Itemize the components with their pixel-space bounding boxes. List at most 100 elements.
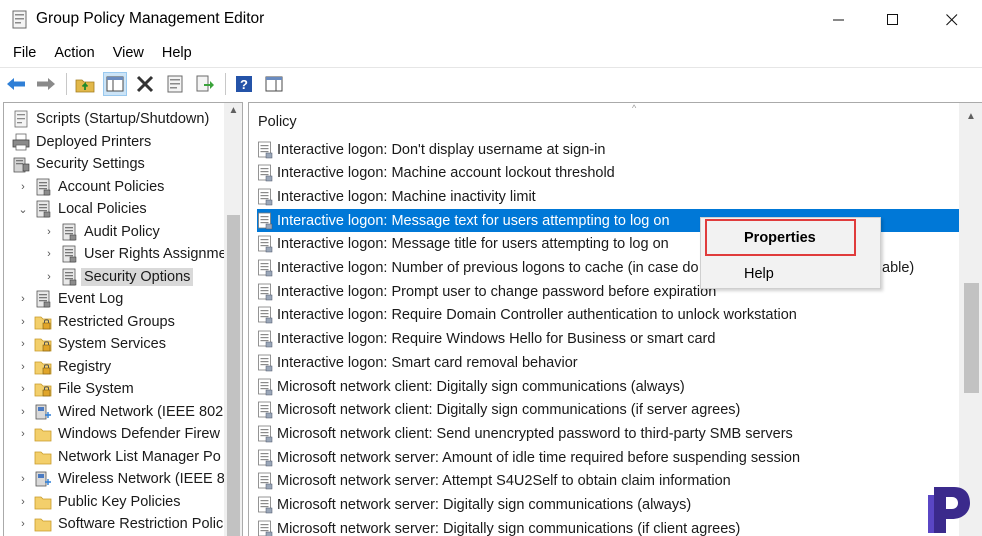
list-vertical-scrollbar[interactable]: ▲ bbox=[959, 103, 982, 536]
forward-button[interactable] bbox=[34, 72, 58, 96]
policy-row[interactable]: Interactive logon: Machine account locko… bbox=[257, 162, 960, 185]
tree-item[interactable]: › Public Key Policies bbox=[16, 491, 180, 513]
folder-lock-icon bbox=[34, 316, 52, 329]
policy-row[interactable]: Interactive logon: Require Windows Hello… bbox=[257, 328, 960, 351]
policy-icon bbox=[62, 245, 77, 263]
title-bar: Group Policy Management Editor bbox=[0, 0, 982, 40]
minimize-icon bbox=[833, 19, 844, 21]
help-button[interactable]: ? bbox=[232, 72, 256, 96]
policy-column-header[interactable]: ^ Policy bbox=[249, 103, 959, 137]
chevron-right-icon[interactable]: › bbox=[16, 338, 30, 350]
menu-help[interactable]: Help bbox=[155, 43, 199, 63]
tree-item[interactable]: › Wired Network (IEEE 802 bbox=[16, 401, 223, 423]
policy-name: Microsoft network client: Digitally sign… bbox=[277, 378, 685, 395]
policy-name: Interactive logon: Smart card removal be… bbox=[277, 354, 578, 371]
chevron-right-icon[interactable]: › bbox=[16, 473, 30, 485]
tree-item[interactable]: Security Settings bbox=[10, 153, 145, 175]
menu-file[interactable]: File bbox=[6, 43, 43, 63]
context-menu-help[interactable]: Help bbox=[701, 260, 880, 288]
chevron-right-icon[interactable]: › bbox=[16, 496, 30, 508]
chevron-right-icon[interactable]: › bbox=[42, 226, 56, 238]
tree-item-label: Audit Policy bbox=[84, 223, 160, 240]
policy-row[interactable]: Microsoft network client: Send unencrypt… bbox=[257, 422, 960, 445]
tree-item[interactable]: › Audit Policy bbox=[42, 221, 160, 243]
menu-action[interactable]: Action bbox=[47, 43, 101, 63]
tree-item[interactable]: › Windows Defender Firew bbox=[16, 423, 220, 445]
chevron-right-icon[interactable]: › bbox=[16, 518, 30, 530]
tree-item[interactable]: › Event Log bbox=[16, 288, 123, 310]
tree-item[interactable]: › Software Restriction Polic bbox=[16, 513, 223, 535]
folder-icon bbox=[34, 428, 52, 442]
chevron-right-icon[interactable]: › bbox=[16, 316, 30, 328]
tree-item[interactable]: › System Services bbox=[16, 333, 166, 355]
toolbar-separator bbox=[225, 72, 226, 95]
policy-setting-icon bbox=[258, 472, 273, 490]
policy-row[interactable]: Microsoft network client: Digitally sign… bbox=[257, 375, 960, 398]
chevron-right-icon[interactable]: › bbox=[42, 271, 56, 283]
chevron-right-icon[interactable]: › bbox=[42, 248, 56, 260]
tree-item-label: Network List Manager Po bbox=[58, 448, 221, 465]
scroll-up-arrow-icon[interactable]: ▲ bbox=[224, 105, 242, 122]
policy-row[interactable]: Microsoft network server: Digitally sign… bbox=[257, 494, 960, 517]
close-button[interactable] bbox=[929, 0, 975, 40]
policy-row[interactable]: Microsoft network server: Digitally sign… bbox=[257, 517, 960, 536]
chevron-down-icon[interactable]: ⌄ bbox=[16, 203, 30, 216]
scripts-icon bbox=[14, 110, 28, 128]
policy-name: Interactive logon: Message text for user… bbox=[277, 212, 670, 229]
svg-text:?: ? bbox=[240, 77, 248, 92]
chevron-right-icon[interactable]: › bbox=[16, 406, 30, 418]
policy-setting-icon bbox=[258, 259, 273, 277]
window-title: Group Policy Management Editor bbox=[36, 10, 265, 27]
chevron-right-icon[interactable]: › bbox=[16, 383, 30, 395]
chevron-right-icon[interactable]: › bbox=[16, 293, 30, 305]
tree-item[interactable]: › Account Policies bbox=[16, 176, 164, 198]
list-scroll-thumb[interactable] bbox=[964, 283, 979, 393]
policy-row[interactable]: Interactive logon: Smart card removal be… bbox=[257, 351, 960, 374]
chevron-right-icon[interactable]: › bbox=[16, 428, 30, 440]
show-hide-tree-button[interactable] bbox=[103, 71, 127, 96]
chevron-right-icon[interactable]: › bbox=[16, 361, 30, 373]
policy-row[interactable]: Microsoft network server: Amount of idle… bbox=[257, 446, 960, 469]
menu-bar: File Action View Help bbox=[0, 40, 982, 66]
policy-row[interactable]: Interactive logon: Don't display usernam… bbox=[257, 138, 960, 161]
policy-row[interactable]: Microsoft network server: Attempt S4U2Se… bbox=[257, 470, 960, 493]
policy-row[interactable]: Microsoft network client: Digitally sign… bbox=[257, 399, 960, 422]
policy-list-pane[interactable]: ^ Policy Interactive logon: Don't displa… bbox=[248, 102, 982, 536]
tree-item-label: Restricted Groups bbox=[58, 313, 175, 330]
show-hide-action-pane-button[interactable] bbox=[262, 72, 286, 96]
tree-item[interactable]: › User Rights Assignme bbox=[42, 243, 227, 265]
delete-icon bbox=[136, 75, 154, 92]
policy-name: Interactive logon: Machine account locko… bbox=[277, 165, 615, 182]
tree-item[interactable]: › Wireless Network (IEEE 8 bbox=[16, 468, 225, 490]
tree-vertical-scrollbar[interactable]: ▲ bbox=[224, 103, 242, 536]
menu-view[interactable]: View bbox=[106, 43, 151, 63]
up-one-level-button[interactable] bbox=[73, 72, 97, 96]
policy-row[interactable]: Interactive logon: Machine inactivity li… bbox=[257, 185, 960, 208]
maximize-button[interactable] bbox=[870, 0, 916, 40]
forward-arrow-icon bbox=[37, 77, 55, 90]
policy-name: Microsoft network server: Digitally sign… bbox=[277, 497, 692, 513]
chevron-right-icon[interactable]: › bbox=[16, 181, 30, 193]
back-arrow-icon bbox=[7, 77, 25, 90]
delete-button[interactable] bbox=[133, 72, 157, 96]
scroll-up-arrow-icon[interactable]: ▲ bbox=[959, 111, 982, 127]
tree-item[interactable]: Scripts (Startup/Shutdown) bbox=[10, 108, 209, 130]
sort-ascending-icon: ^ bbox=[632, 103, 637, 113]
console-tree[interactable]: Scripts (Startup/Shutdown) Deployed Print… bbox=[3, 102, 243, 536]
tree-item[interactable]: › Security Options bbox=[42, 266, 194, 288]
properties-button[interactable] bbox=[163, 72, 187, 96]
tree-item[interactable]: Deployed Printers bbox=[10, 131, 151, 153]
back-button[interactable] bbox=[4, 72, 28, 96]
tree-item[interactable]: ⌄ Local Policies bbox=[16, 198, 147, 220]
tree-item[interactable]: › Restricted Groups bbox=[16, 311, 175, 333]
watermark-logo-icon bbox=[928, 487, 970, 533]
tree-item[interactable]: › File System bbox=[16, 378, 134, 400]
minimize-button[interactable] bbox=[816, 0, 862, 40]
export-list-button[interactable] bbox=[193, 72, 217, 96]
tree-item[interactable]: Network List Manager Po bbox=[16, 446, 221, 468]
tree-scroll-thumb[interactable] bbox=[227, 215, 240, 536]
tree-item[interactable]: › Registry bbox=[16, 356, 111, 378]
show-hide-action-pane-icon bbox=[265, 76, 283, 91]
policy-row[interactable]: Interactive logon: Require Domain Contro… bbox=[257, 304, 960, 327]
tree-item-label: Windows Defender Firew bbox=[58, 426, 220, 442]
